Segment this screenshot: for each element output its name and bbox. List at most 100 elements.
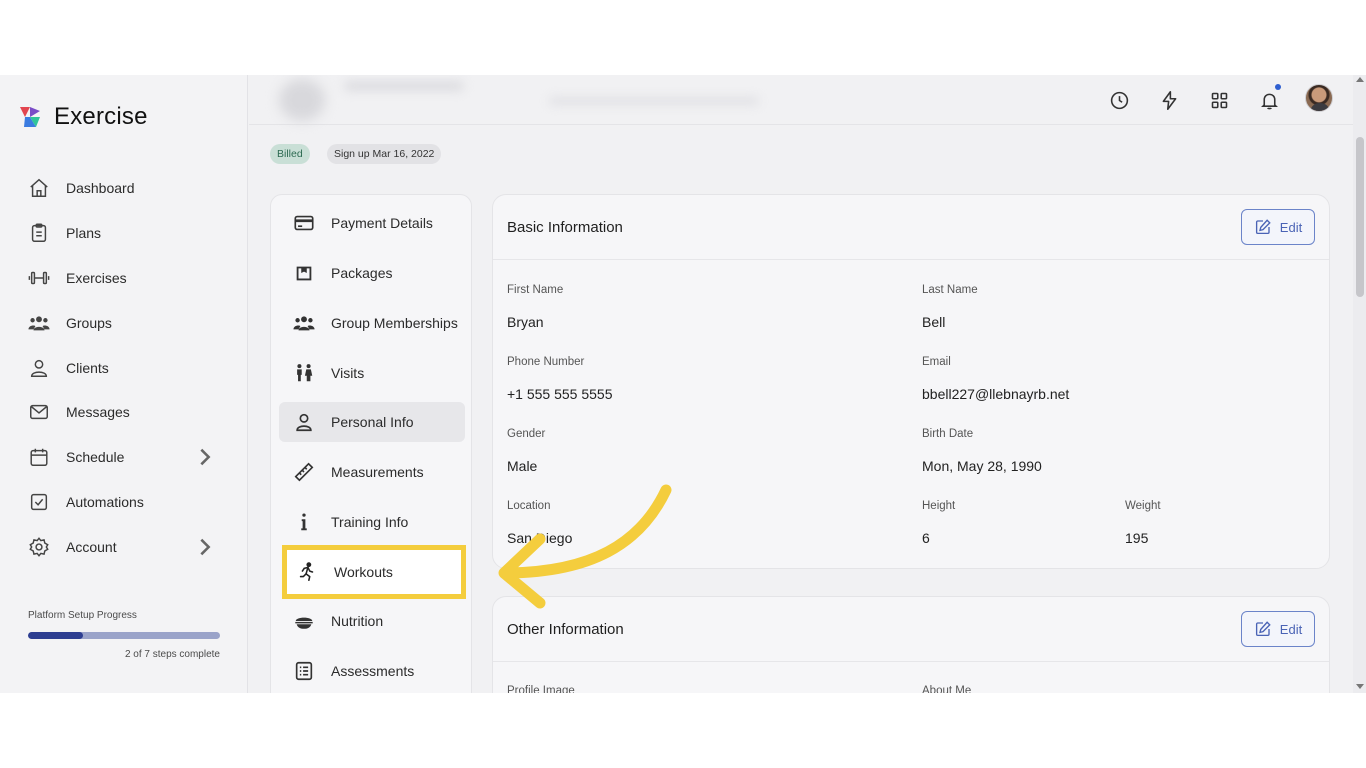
sidebar-item-label: Schedule (66, 449, 125, 466)
sidebar-item-label: Automations (66, 493, 144, 510)
client-menu-label: Visits (331, 365, 365, 381)
brand-logo[interactable]: Exercise (16, 103, 148, 131)
first-name-value: Bryan (507, 314, 544, 330)
sidebar-item-label: Dashboard (66, 180, 135, 197)
running-icon (299, 562, 314, 582)
client-menu-workouts[interactable]: Workouts (282, 545, 466, 599)
first-name-label: First Name (507, 284, 564, 296)
other-information-card: Other Information Edit Profile Image Abo… (492, 596, 1330, 693)
profile-image-label: Profile Image (507, 685, 575, 693)
basic-information-title: Basic Information (507, 219, 623, 236)
birth-date-label: Birth Date (922, 428, 974, 440)
lightning-icon (1162, 90, 1176, 110)
location-value: San Diego (507, 530, 573, 546)
location-label: Location (507, 500, 551, 512)
app-window: Exercise Dashboard Plans Exercises Group… (0, 75, 1366, 693)
basic-information-edit-button[interactable]: Edit (1241, 209, 1315, 245)
sidebar-item-schedule[interactable]: Schedule (0, 435, 248, 480)
sidebar-item-automations[interactable]: Automations (0, 480, 248, 525)
ruler-icon (294, 462, 314, 482)
blurred-client-details (549, 97, 759, 105)
client-menu-assessments[interactable]: Assessments (279, 651, 465, 691)
client-menu-personal-info[interactable]: Personal Info (279, 402, 465, 442)
scrollbar-thumb[interactable] (1356, 137, 1364, 297)
edit-icon (1255, 621, 1271, 637)
history-button[interactable] (1107, 88, 1131, 112)
calendar-icon (30, 448, 48, 467)
user-icon (30, 359, 48, 377)
height-label: Height (922, 500, 956, 512)
sidebar-item-clients[interactable]: Clients (0, 345, 248, 390)
client-menu-visits[interactable]: Visits (279, 353, 465, 393)
phone-value: +1 555 555 5555 (507, 386, 613, 402)
sidebar-item-label: Clients (66, 359, 109, 376)
mail-icon (30, 405, 48, 420)
bell-icon (1260, 93, 1278, 109)
blurred-client-name (344, 81, 464, 91)
basic-information-card: Basic Information Edit First Name Bryan … (492, 194, 1330, 569)
dumbbell-icon (28, 271, 50, 285)
notification-dot (1275, 84, 1281, 90)
checklist-icon (295, 661, 313, 681)
client-menu-label: Assessments (331, 663, 415, 679)
client-menu-label: Measurements (331, 464, 424, 480)
brand-name: Exercise (54, 103, 148, 130)
email-label: Email (922, 356, 951, 368)
sidebar-item-account[interactable]: Account (0, 524, 248, 569)
billed-badge: Billed (270, 144, 310, 164)
setup-progress-steps: 2 of 7 steps complete (124, 649, 220, 660)
chevron-right-icon (200, 448, 211, 466)
group-icon (293, 316, 315, 331)
users-icon (28, 316, 50, 331)
client-menu-payment-details[interactable]: Payment Details (279, 203, 465, 243)
client-menu: Payment Details Packages Group Membershi… (270, 194, 472, 693)
email-value: bbell227@llebnayrb.net (922, 386, 1070, 402)
edit-button-label: Edit (1279, 219, 1303, 235)
setup-progress[interactable]: Platform Setup Progress 2 of 7 steps com… (28, 610, 220, 660)
blurred-client-avatar (279, 79, 325, 121)
other-information-edit-button[interactable]: Edit (1241, 611, 1315, 647)
signup-date-badge: Sign up Mar 16, 2022 (327, 144, 442, 164)
weight-value: 195 (1125, 530, 1149, 546)
scroll-up-arrow-icon[interactable] (1356, 77, 1364, 82)
sidebar: Exercise Dashboard Plans Exercises Group… (0, 75, 248, 693)
client-menu-training-info[interactable]: Training Info (279, 502, 465, 542)
setup-progress-fill (28, 632, 83, 639)
sidebar-nav: Dashboard Plans Exercises Groups Clients… (0, 166, 248, 569)
quick-actions-button[interactable] (1157, 88, 1181, 112)
sidebar-item-label: Groups (66, 314, 112, 331)
client-menu-nutrition[interactable]: Nutrition (279, 601, 465, 641)
client-menu-group-memberships[interactable]: Group Memberships (279, 303, 465, 343)
sidebar-item-messages[interactable]: Messages (0, 390, 248, 435)
client-menu-label: Training Info (331, 514, 409, 530)
client-menu-measurements[interactable]: Measurements (279, 452, 465, 492)
other-information-header: Other Information Edit (493, 597, 1329, 662)
apps-button[interactable] (1207, 88, 1231, 112)
notifications-button[interactable] (1257, 84, 1281, 112)
client-menu-packages[interactable]: Packages (279, 253, 465, 293)
setup-progress-label: Platform Setup Progress (28, 610, 137, 621)
chevron-right-icon (200, 538, 211, 556)
sidebar-item-label: Exercises (66, 269, 127, 286)
sidebar-item-plans[interactable]: Plans (0, 211, 248, 256)
checkbox-icon (30, 493, 48, 511)
other-information-title: Other Information (507, 621, 624, 638)
user-avatar[interactable] (1305, 84, 1333, 112)
clock-icon (1110, 91, 1128, 109)
edit-button-label: Edit (1279, 621, 1303, 637)
client-menu-label: Packages (331, 265, 393, 281)
client-menu-label: Workouts (334, 564, 393, 580)
home-icon (30, 179, 48, 198)
page-scrollbar[interactable] (1353, 75, 1366, 693)
clipboard-icon (31, 223, 47, 243)
package-icon (296, 266, 312, 281)
sidebar-item-exercises[interactable]: Exercises (0, 256, 248, 301)
scroll-down-arrow-icon[interactable] (1356, 684, 1364, 689)
grid-icon (1211, 92, 1227, 108)
sidebar-item-label: Plans (66, 225, 102, 242)
gender-label: Gender (507, 428, 546, 440)
sidebar-item-groups[interactable]: Groups (0, 300, 248, 345)
weight-label: Weight (1125, 500, 1161, 512)
sidebar-item-dashboard[interactable]: Dashboard (0, 166, 248, 211)
birth-date-value: Mon, May 28, 1990 (922, 458, 1042, 474)
